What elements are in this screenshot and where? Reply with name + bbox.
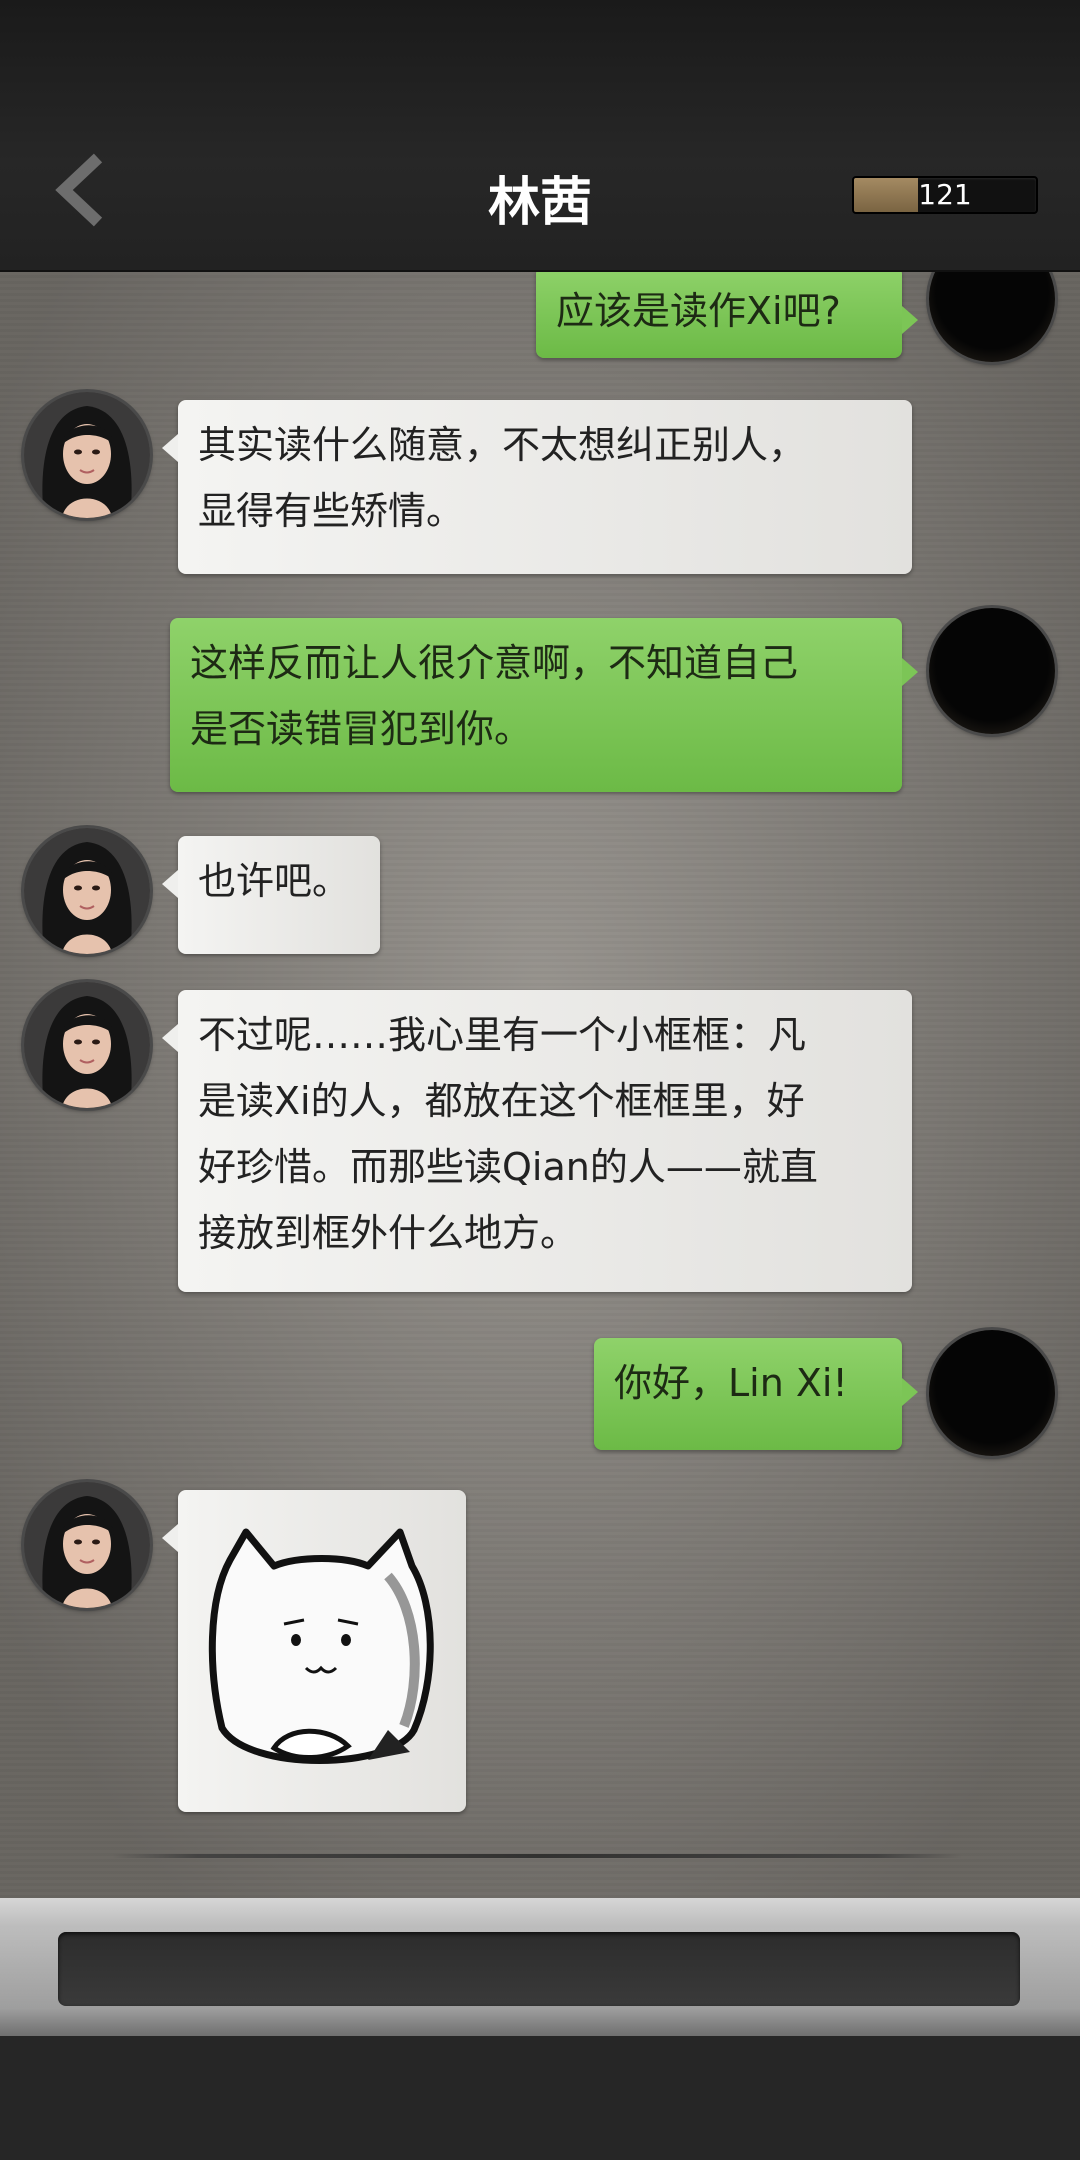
- contact-avatar[interactable]: [24, 828, 150, 954]
- chat-end-divider: [112, 1854, 962, 1858]
- message-line: 这样反而让人很介意啊，不知道自己: [190, 641, 799, 685]
- sticker-bubble: [162, 1490, 466, 1812]
- bottom-bar: [0, 1898, 1080, 2160]
- score-value: 121: [918, 178, 972, 211]
- message-bubble-incoming: 其实读什么随意，不太想纠正别人， 显得有些矫情。: [162, 400, 912, 574]
- message-bubble-incoming: 不过呢……我心里有一个小框框：凡 是读Xi的人，都放在这个框框里，好 好珍惜。而…: [162, 990, 912, 1292]
- score-bar: 121: [852, 176, 1038, 214]
- message-bubble-outgoing: 应该是读作Xi吧?: [536, 272, 918, 358]
- message-bubble-outgoing: 这样反而让人很介意啊，不知道自己 是否读错冒犯到你。: [170, 618, 918, 792]
- message-line: 显得有些矫情。: [198, 489, 465, 533]
- player-avatar: [929, 272, 1055, 362]
- message-bubble-outgoing: 你好，Lin Xi!: [594, 1338, 918, 1450]
- girl-portrait-icon: [24, 982, 150, 1108]
- cat-sticker-icon: [208, 1528, 434, 1764]
- girl-portrait-icon: [24, 828, 150, 954]
- message-line: 是否读错冒犯到你。: [190, 707, 533, 751]
- contact-avatar[interactable]: [24, 392, 150, 518]
- input-panel: [0, 1898, 1080, 2036]
- chat-area[interactable]: 应该是读作Xi吧? 其实读什么随意，不太想纠正别人， 显得有些矫情。 这样反而让…: [0, 272, 1080, 1898]
- message-bubble-incoming: 也许吧。: [162, 836, 380, 954]
- message-line: 其实读什么随意，不太想纠正别人，: [198, 423, 807, 467]
- contact-avatar[interactable]: [24, 1482, 150, 1608]
- message-line: 是读Xi的人，都放在这个框框里，好: [198, 1079, 805, 1123]
- top-bar: 林茜 121: [0, 0, 1080, 272]
- contact-avatar[interactable]: [24, 982, 150, 1108]
- girl-portrait-icon: [24, 392, 150, 518]
- player-avatar: [929, 608, 1055, 734]
- message-line: 接放到框外什么地方。: [198, 1211, 579, 1255]
- message-text: 你好，Lin Xi!: [614, 1361, 848, 1405]
- message-line: 好珍惜。而那些读Qian的人——就直: [198, 1145, 818, 1189]
- reply-input-field[interactable]: [58, 1932, 1020, 2006]
- message-line: 不过呢……我心里有一个小框框：凡: [198, 1013, 807, 1057]
- message-text: 也许吧。: [198, 859, 351, 903]
- player-avatar: [929, 1330, 1055, 1456]
- message-text: 应该是读作Xi吧?: [556, 289, 841, 333]
- girl-portrait-icon: [24, 1482, 150, 1608]
